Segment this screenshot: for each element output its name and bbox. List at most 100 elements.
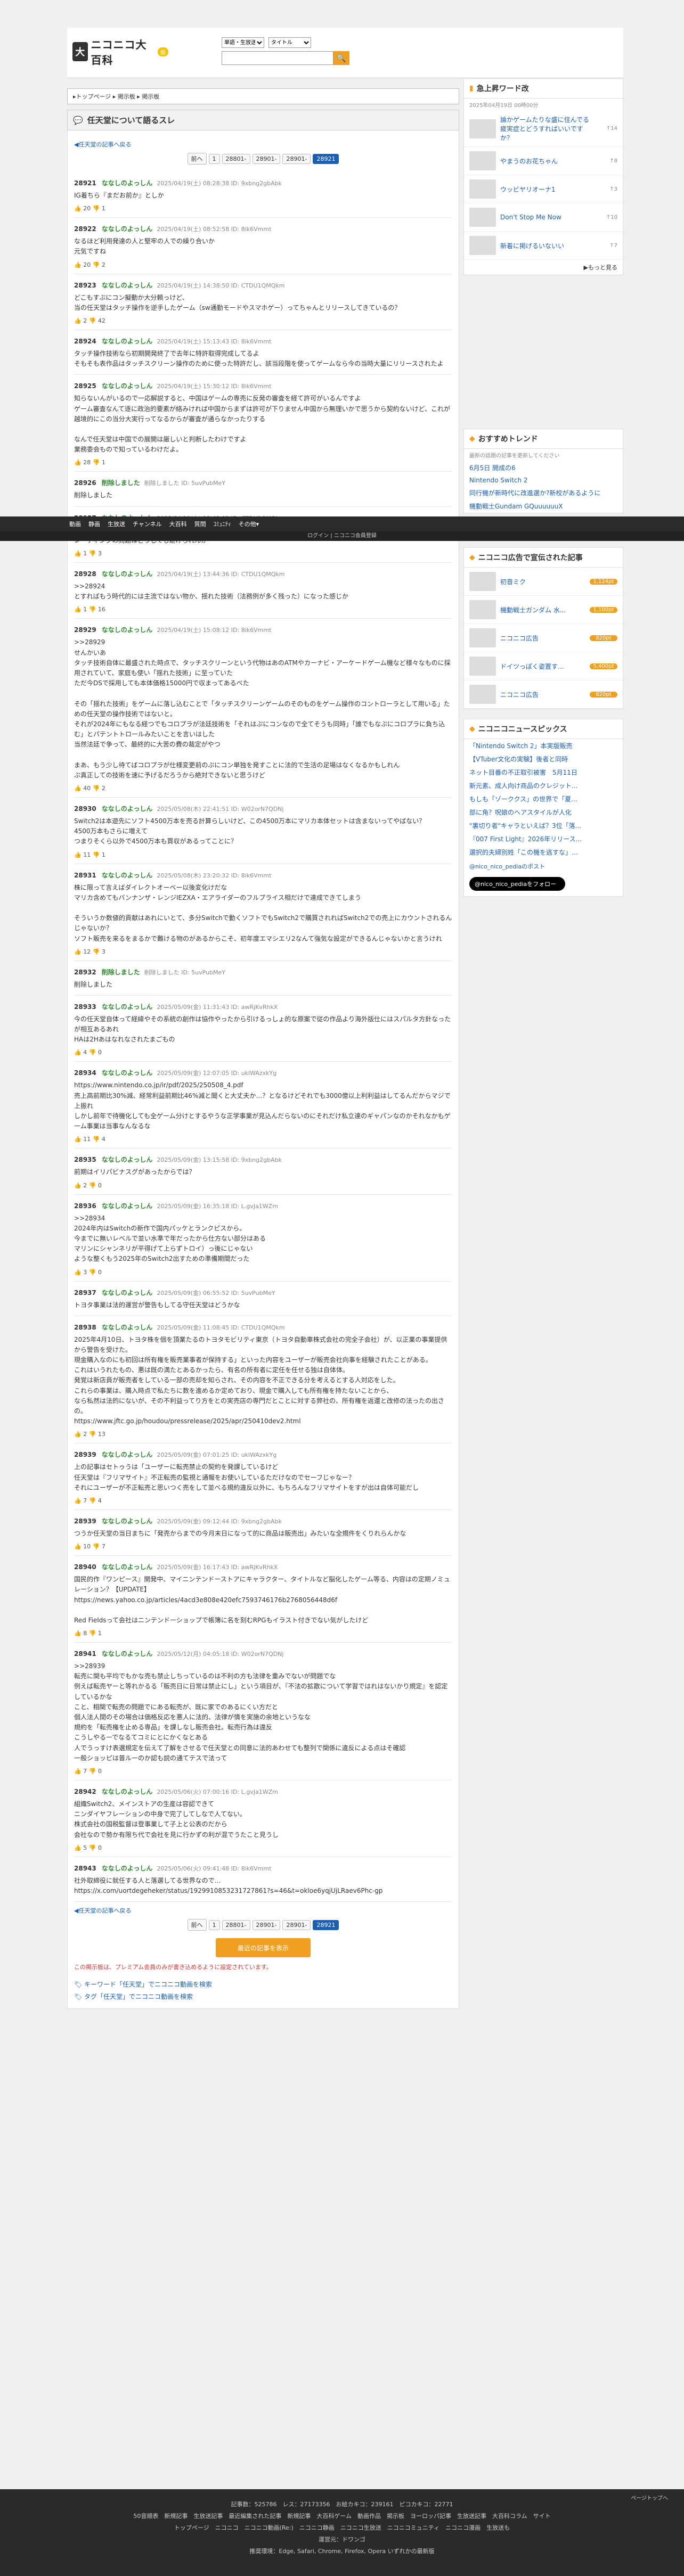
- pager-link[interactable]: 28921: [313, 154, 339, 164]
- back-link[interactable]: ◀任天堂の記事へ戻る: [74, 140, 452, 149]
- search-input[interactable]: [222, 51, 333, 65]
- post-reactions[interactable]: 👍 12 👎 3: [74, 948, 452, 955]
- post-reactions[interactable]: 👍 20 👎 1: [74, 205, 452, 212]
- navbar-item[interactable]: ｺﾐｭﾆﾃｨ: [214, 520, 231, 528]
- post-number[interactable]: 28943: [74, 1865, 96, 1872]
- trend-item[interactable]: Nintendo Switch 2: [464, 474, 623, 486]
- rank-more-link[interactable]: ▶もっと見る: [464, 260, 623, 275]
- news-item[interactable]: もしも「ゾーククス」の世界で「夏...: [464, 792, 623, 806]
- pager-link[interactable]: 1: [208, 1920, 220, 1931]
- news-item[interactable]: 選択的夫婦別姓「この機を逃すな」…: [464, 846, 623, 859]
- tag-link-tag[interactable]: 🏷 タグ「任天堂」でニコニコ動画を検索: [74, 1993, 193, 2000]
- ads-title[interactable]: 初音ミク: [500, 577, 585, 586]
- rank-item[interactable]: 論かゲームたりな盛に住んでる疲実症とどうすればいいですか？ ↑14: [464, 111, 623, 147]
- post-number[interactable]: 28929: [74, 626, 96, 634]
- rank-item[interactable]: やまうのお花ちゃん ↑8: [464, 147, 623, 175]
- post-reactions[interactable]: 👍 11 👎 1: [74, 851, 452, 858]
- news-item[interactable]: 【VTuber文化の実験】後者と同時: [464, 752, 623, 766]
- rank-title[interactable]: 論かゲームたりな盛に住んでる疲実症とどうすればいいですか？: [500, 115, 592, 142]
- post-number[interactable]: 28926: [74, 479, 96, 487]
- news-item[interactable]: 部に角？呪娘のヘアスタイルが人化: [464, 806, 623, 819]
- pager-link[interactable]: 1: [208, 154, 220, 164]
- pager-link[interactable]: 28801-: [222, 154, 250, 164]
- pager-link[interactable]: 28901-: [282, 154, 311, 164]
- rank-title[interactable]: やまうのお花ちゃん: [500, 157, 592, 166]
- post-number[interactable]: 28941: [74, 1650, 96, 1658]
- post-reactions[interactable]: 👍 20 👎 2: [74, 261, 452, 268]
- pager-link[interactable]: 28901-: [252, 154, 281, 164]
- post-number[interactable]: 28928: [74, 570, 96, 578]
- ads-item[interactable]: ニコニコ広告 820pt: [464, 680, 623, 709]
- navbar-item[interactable]: その他▾: [239, 520, 259, 528]
- post-number[interactable]: 28925: [74, 382, 96, 390]
- ads-title[interactable]: ニコニコ広告: [500, 690, 585, 699]
- post-reactions[interactable]: 👍 7 👎 4: [74, 1497, 452, 1504]
- post-number[interactable]: 28937: [74, 1289, 96, 1297]
- post-number[interactable]: 28931: [74, 872, 96, 879]
- post-number[interactable]: 28935: [74, 1156, 96, 1163]
- post-reactions[interactable]: 👍 1 👎 3: [74, 550, 452, 557]
- rank-item[interactable]: ウッビヤリオーナ1 ↑3: [464, 175, 623, 203]
- news-item[interactable]: ネット目番の不正取引被害 5月11日: [464, 766, 623, 779]
- trend-item[interactable]: 機動戦士Gundam GQuuuuuuX: [464, 499, 623, 513]
- breadcrumb[interactable]: ▸トップページ ▸ 掲示板 ▸ 掲示板: [67, 88, 459, 104]
- ads-item[interactable]: 機動戦士ガンダム 水... 1,100pt: [464, 596, 623, 624]
- post-number[interactable]: 28934: [74, 1069, 96, 1077]
- footer-links[interactable]: 50音順表 新規記事 生放送記事 最近編集された記事 新規記事 大百科ゲーム 動…: [0, 2511, 684, 2522]
- page-top-link[interactable]: ページトップへ: [631, 2493, 668, 2504]
- news-item[interactable]: "裏切り者"キャラといえば？3位「落...: [464, 819, 623, 832]
- pager-link[interactable]: 28921: [313, 1920, 339, 1931]
- rank-title[interactable]: 新着に掲げるいないい: [500, 241, 592, 250]
- search-type-select[interactable]: タイトル: [268, 37, 311, 48]
- pager-link[interactable]: 28801-: [222, 1920, 250, 1931]
- post-reactions[interactable]: 👍 5 👎 0: [74, 1844, 452, 1851]
- post-reactions[interactable]: 👍 1 👎 16: [74, 606, 452, 613]
- post-number[interactable]: 28942: [74, 1788, 96, 1795]
- load-more-button[interactable]: 最近の記事を表示: [216, 1938, 311, 1958]
- post-number[interactable]: 28922: [74, 225, 96, 233]
- post-number[interactable]: 28939: [74, 1517, 96, 1525]
- ads-item[interactable]: 初音ミク 1,124pt: [464, 568, 623, 596]
- post-number[interactable]: 28923: [74, 282, 96, 289]
- footer-links2[interactable]: トップページ ニコニコ ニコニコ動画(Re:) ニコニコ静画 ニコニコ生放送 ニ…: [0, 2522, 684, 2534]
- back-link-bottom[interactable]: ◀任天堂の記事へ戻る: [74, 1906, 452, 1915]
- post-number[interactable]: 28938: [74, 1324, 96, 1331]
- post-number[interactable]: 28924: [74, 338, 96, 345]
- post-reactions[interactable]: 👍 3 👎 0: [74, 1269, 452, 1276]
- follow-button[interactable]: @nico_nico_pediaをフォロー: [469, 877, 565, 891]
- pager-link[interactable]: 28901-: [252, 1920, 281, 1931]
- ads-title[interactable]: ニコニコ広告: [500, 634, 585, 643]
- trend-item[interactable]: 6月5日 開成の6: [464, 461, 623, 474]
- post-reactions[interactable]: 👍 2 👎 42: [74, 317, 452, 324]
- navbar-item[interactable]: 生放送: [108, 520, 125, 528]
- pager-link[interactable]: 28901-: [282, 1920, 311, 1931]
- rank-title[interactable]: ウッビヤリオーナ1: [500, 185, 592, 194]
- navbar-item[interactable]: チャンネル: [133, 520, 162, 528]
- post-number[interactable]: 28933: [74, 1003, 96, 1011]
- rank-title[interactable]: Don't Stop Me Now: [500, 214, 592, 221]
- rank-item[interactable]: Don't Stop Me Now ↑10: [464, 203, 623, 232]
- post-reactions[interactable]: 👍 10 👎 7: [74, 1543, 452, 1550]
- news-item[interactable]: 『007 First Light』2026年リリース...: [464, 832, 623, 846]
- news-item[interactable]: 新元素、成人向け商品のクレジット...: [464, 779, 623, 792]
- post-number[interactable]: 28921: [74, 179, 96, 187]
- follow-label[interactable]: @nico_nico_pediaのポスト: [464, 859, 623, 874]
- post-reactions[interactable]: 👍 11 👎 4: [74, 1136, 452, 1143]
- pager-link[interactable]: 前へ: [187, 1919, 207, 1931]
- tag-link-keyword[interactable]: 🏷 キーワード「任天堂」でニコニコ動画を検索: [74, 1981, 212, 1988]
- post-reactions[interactable]: 👍 8 👎 1: [74, 1630, 452, 1637]
- post-number[interactable]: 28939: [74, 1451, 96, 1458]
- post-number[interactable]: 28940: [74, 1563, 96, 1571]
- navbar-item[interactable]: 質問: [194, 520, 206, 528]
- ads-item[interactable]: ニコニコ広告 820pt: [464, 624, 623, 652]
- pager-link[interactable]: 前へ: [187, 153, 207, 165]
- news-item[interactable]: 「Nintendo Switch 2」本実版販売: [464, 739, 623, 752]
- site-logo[interactable]: 大 ニコニコ大百科 仮: [72, 38, 168, 67]
- navbar-item[interactable]: 静画: [88, 520, 100, 528]
- search-button[interactable]: 🔍: [333, 51, 349, 65]
- post-number[interactable]: 28932: [74, 969, 96, 976]
- post-number[interactable]: 28930: [74, 805, 96, 813]
- login-bar[interactable]: ログイン | ニコニコ会員登録: [0, 531, 684, 541]
- search-scope-select[interactable]: 単語・生放送記事: [222, 37, 264, 48]
- rank-item[interactable]: 新着に掲げるいないい ↑7: [464, 232, 623, 260]
